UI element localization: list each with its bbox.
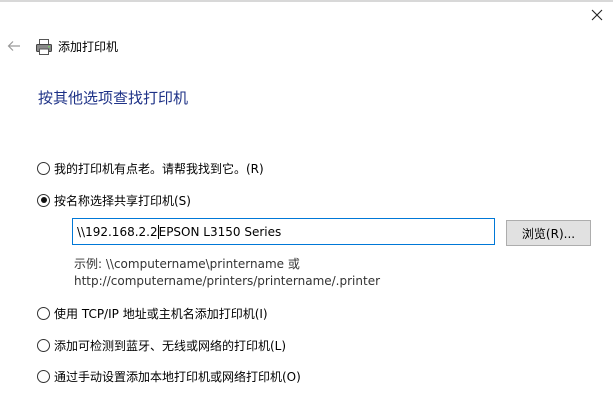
- example-text-line-2: http://computername/printers/printername…: [74, 274, 381, 288]
- radio-old-printer[interactable]: [37, 161, 50, 175]
- option-manual-settings[interactable]: 通过手动设置添加本地打印机或网络打印机(O): [37, 367, 301, 385]
- radio-manual-settings[interactable]: [37, 369, 50, 383]
- example-text-line-1: 示例: \\computername\printername 或: [74, 257, 300, 271]
- browse-button[interactable]: 浏览(R)...: [506, 220, 591, 246]
- option-tcpip[interactable]: 使用 TCP/IP 地址或主机名添加打印机(I): [37, 304, 268, 322]
- option-manual-settings-label: 通过手动设置添加本地打印机或网络打印机(O): [54, 369, 301, 384]
- radio-bluetooth-wireless[interactable]: [37, 338, 50, 352]
- shared-printer-path-input[interactable]: \\192.168.2.2 EPSON L3150 Series: [72, 218, 495, 245]
- close-icon: [591, 9, 603, 24]
- page-heading: 按其他选项查找打印机: [38, 89, 189, 107]
- printer-icon: [35, 38, 53, 56]
- option-shared-by-name-label: 按名称选择共享打印机(S): [54, 193, 191, 208]
- option-bluetooth-wireless-label: 添加可检测到蓝牙、无线或网络的打印机(L): [54, 338, 287, 353]
- option-old-printer-label: 我的打印机有点老。请帮我找到它。(R): [54, 161, 264, 176]
- wizard-title: 添加打印机: [58, 40, 119, 54]
- option-old-printer[interactable]: 我的打印机有点老。请帮我找到它。(R): [37, 159, 264, 177]
- radio-shared-by-name[interactable]: [37, 193, 50, 207]
- radio-tcpip[interactable]: [37, 306, 50, 320]
- input-text-before-caret: \\192.168.2.2: [77, 224, 158, 239]
- input-text-after-caret: EPSON L3150 Series: [158, 224, 282, 239]
- close-button[interactable]: [584, 4, 610, 28]
- window-top-border: [0, 0, 613, 2]
- option-bluetooth-wireless[interactable]: 添加可检测到蓝牙、无线或网络的打印机(L): [37, 336, 286, 354]
- back-button[interactable]: [3, 37, 25, 57]
- back-arrow-icon: [7, 40, 21, 55]
- option-tcpip-label: 使用 TCP/IP 地址或主机名添加打印机(I): [54, 306, 268, 321]
- option-shared-by-name[interactable]: 按名称选择共享打印机(S): [37, 191, 191, 209]
